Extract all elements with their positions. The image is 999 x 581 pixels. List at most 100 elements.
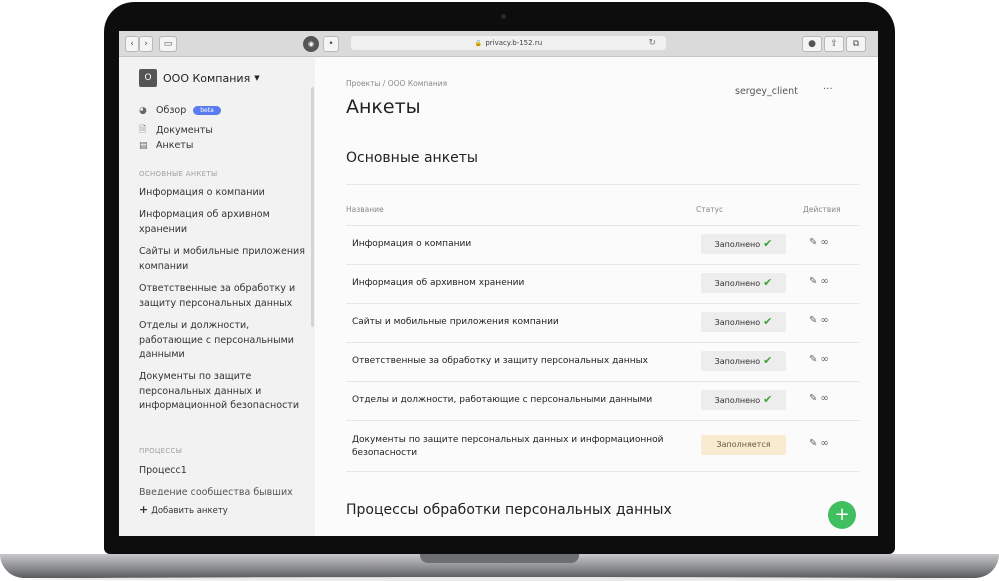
user-name[interactable]: sergey_client <box>735 86 798 97</box>
pie-chart-icon: ◕ <box>139 105 147 116</box>
table-row-name[interactable]: Сайты и мобильные приложения компании <box>352 316 697 329</box>
tabs-button[interactable]: ⧉ <box>846 36 866 52</box>
row-actions: ✎∞ <box>809 315 832 326</box>
beta-badge: beta <box>193 106 221 115</box>
add-process-button[interactable]: + <box>828 501 856 529</box>
sidebar-form-item[interactable]: Отделы и должности, работающие с персона… <box>139 319 309 363</box>
divider <box>346 342 859 343</box>
form-icon: ▤ <box>139 140 148 151</box>
status-badge: Заполнено ✔ <box>701 351 786 371</box>
sidebar-process-item[interactable]: Введение сообщества бывших <box>139 486 309 495</box>
checkmark-icon: ✔ <box>763 393 773 406</box>
address-bar[interactable]: 🔒 privacy.b-152.ru ↻ <box>351 36 666 50</box>
sidebar-form-item[interactable]: Документы по защите персональных данных … <box>139 370 309 414</box>
row-actions: ✎∞ <box>809 276 832 287</box>
status-text: Заполнено <box>714 357 761 366</box>
link-icon[interactable]: ∞ <box>820 315 831 326</box>
row-actions: ✎∞ <box>809 354 832 365</box>
divider <box>346 381 859 382</box>
pencil-icon[interactable]: ✎ <box>809 315 820 326</box>
share-button[interactable]: ⇧ <box>824 36 844 52</box>
sidebar-form-item[interactable]: Информация об архивном хранении <box>139 208 309 237</box>
checkmark-icon: ✔ <box>763 237 773 250</box>
section-forms-header: ОСНОВНЫЕ АНКЕТЫ <box>139 170 218 178</box>
laptop-shadow <box>30 577 969 581</box>
org-name: ООО Компания <box>163 71 251 85</box>
status-badge: Заполнено ✔ <box>701 312 786 332</box>
column-header-status: Статус <box>696 205 724 214</box>
sidebar-scrollbar[interactable] <box>311 87 314 327</box>
status-badge: Заполняется <box>701 435 786 455</box>
lock-icon: 🔒 <box>474 40 483 47</box>
plus-icon: + <box>139 503 149 516</box>
section-title: Основные анкеты <box>346 150 478 166</box>
nav-documents-label: Документы <box>156 124 213 136</box>
table-row-name[interactable]: Информация о компании <box>352 238 697 251</box>
section-processes-header: ПРОЦЕССЫ <box>139 447 183 455</box>
row-actions: ✎∞ <box>809 237 832 248</box>
divider <box>346 225 859 226</box>
laptop-notch <box>420 554 579 563</box>
divider <box>346 303 859 304</box>
downloads-button[interactable]: ● <box>802 36 822 52</box>
checkmark-icon: ✔ <box>763 315 773 328</box>
camera-icon <box>501 14 506 19</box>
page-title: Анкеты <box>346 96 421 118</box>
status-text: Заполнено <box>714 279 761 288</box>
forward-button[interactable]: › <box>139 36 153 52</box>
sidebar-form-item[interactable]: Ответственные за обработку и защиту перс… <box>139 282 309 311</box>
sidebar: О ООО Компания ▼ ◕ Обзор beta 🗎 Документ… <box>119 57 316 536</box>
nav-forms-label: Анкеты <box>156 140 194 151</box>
extension-icon[interactable]: ◉ <box>303 36 319 52</box>
screen: ‹ › ▭ ◉ • 🔒 privacy.b-152.ru ↻ ● ⇧ ⧉ О ОО… <box>119 31 878 536</box>
reload-icon[interactable]: ↻ <box>648 36 656 50</box>
section-title: Процессы обработки персональных данных <box>346 502 672 518</box>
add-form-button[interactable]: + Добавить анкету <box>139 503 228 516</box>
link-icon[interactable]: ∞ <box>820 237 831 248</box>
status-badge: Заполнено ✔ <box>701 390 786 410</box>
sidebar-form-item[interactable]: Информация о компании <box>139 186 309 201</box>
nav-forms[interactable]: ▤ Анкеты <box>139 140 193 151</box>
link-icon[interactable]: ∞ <box>820 438 831 449</box>
sidebar-toggle-button[interactable]: ▭ <box>159 36 177 52</box>
org-switcher[interactable]: О ООО Компания ▼ <box>139 69 260 87</box>
status-text: Заполнено <box>714 396 761 405</box>
checkmark-icon: ✔ <box>763 276 773 289</box>
status-text: Заполнено <box>714 240 761 249</box>
link-icon[interactable]: ∞ <box>820 276 831 287</box>
table-row-name[interactable]: Отделы и должности, работающие с персона… <box>352 394 697 407</box>
plus-icon: + <box>834 504 850 525</box>
nav-documents[interactable]: 🗎 Документы <box>139 122 213 138</box>
column-header-actions: Действия <box>803 205 841 214</box>
nav-overview[interactable]: ◕ Обзор beta <box>139 105 221 116</box>
pencil-icon[interactable]: ✎ <box>809 354 820 365</box>
org-avatar: О <box>139 69 157 87</box>
status-text: Заполняется <box>716 440 771 449</box>
row-actions: ✎∞ <box>809 393 832 404</box>
checkmark-icon: ✔ <box>763 354 773 367</box>
pencil-icon[interactable]: ✎ <box>809 393 820 404</box>
more-menu-icon[interactable]: ··· <box>823 84 833 95</box>
nav-overview-label: Обзор <box>156 105 187 116</box>
pencil-icon[interactable]: ✎ <box>809 438 820 449</box>
shield-icon[interactable]: • <box>323 36 339 52</box>
sidebar-form-item[interactable]: Сайты и мобильные приложения компании <box>139 245 309 274</box>
sidebar-process-item[interactable]: Процесс1 <box>139 464 309 479</box>
back-button[interactable]: ‹ <box>125 36 139 52</box>
table-row-name[interactable]: Информация об архивном хранении <box>352 277 697 290</box>
pencil-icon[interactable]: ✎ <box>809 237 820 248</box>
link-icon[interactable]: ∞ <box>820 393 831 404</box>
main-content: Проекты / ООО Компания Анкеты sergey_cli… <box>315 57 878 536</box>
column-header-name: Название <box>346 205 384 214</box>
status-badge: Заполнено ✔ <box>701 273 786 293</box>
browser-toolbar: ‹ › ▭ ◉ • 🔒 privacy.b-152.ru ↻ ● ⇧ ⧉ <box>119 31 878 57</box>
row-actions: ✎∞ <box>809 438 832 449</box>
add-form-label: Добавить анкету <box>151 506 228 516</box>
table-row-name[interactable]: Ответственные за обработку и защиту перс… <box>352 355 697 368</box>
chevron-down-icon: ▼ <box>254 74 260 82</box>
pencil-icon[interactable]: ✎ <box>809 276 820 287</box>
table-row-name[interactable]: Документы по защите персональных данных … <box>352 434 697 460</box>
breadcrumb[interactable]: Проекты / ООО Компания <box>346 79 447 88</box>
status-text: Заполнено <box>714 318 761 327</box>
link-icon[interactable]: ∞ <box>820 354 831 365</box>
